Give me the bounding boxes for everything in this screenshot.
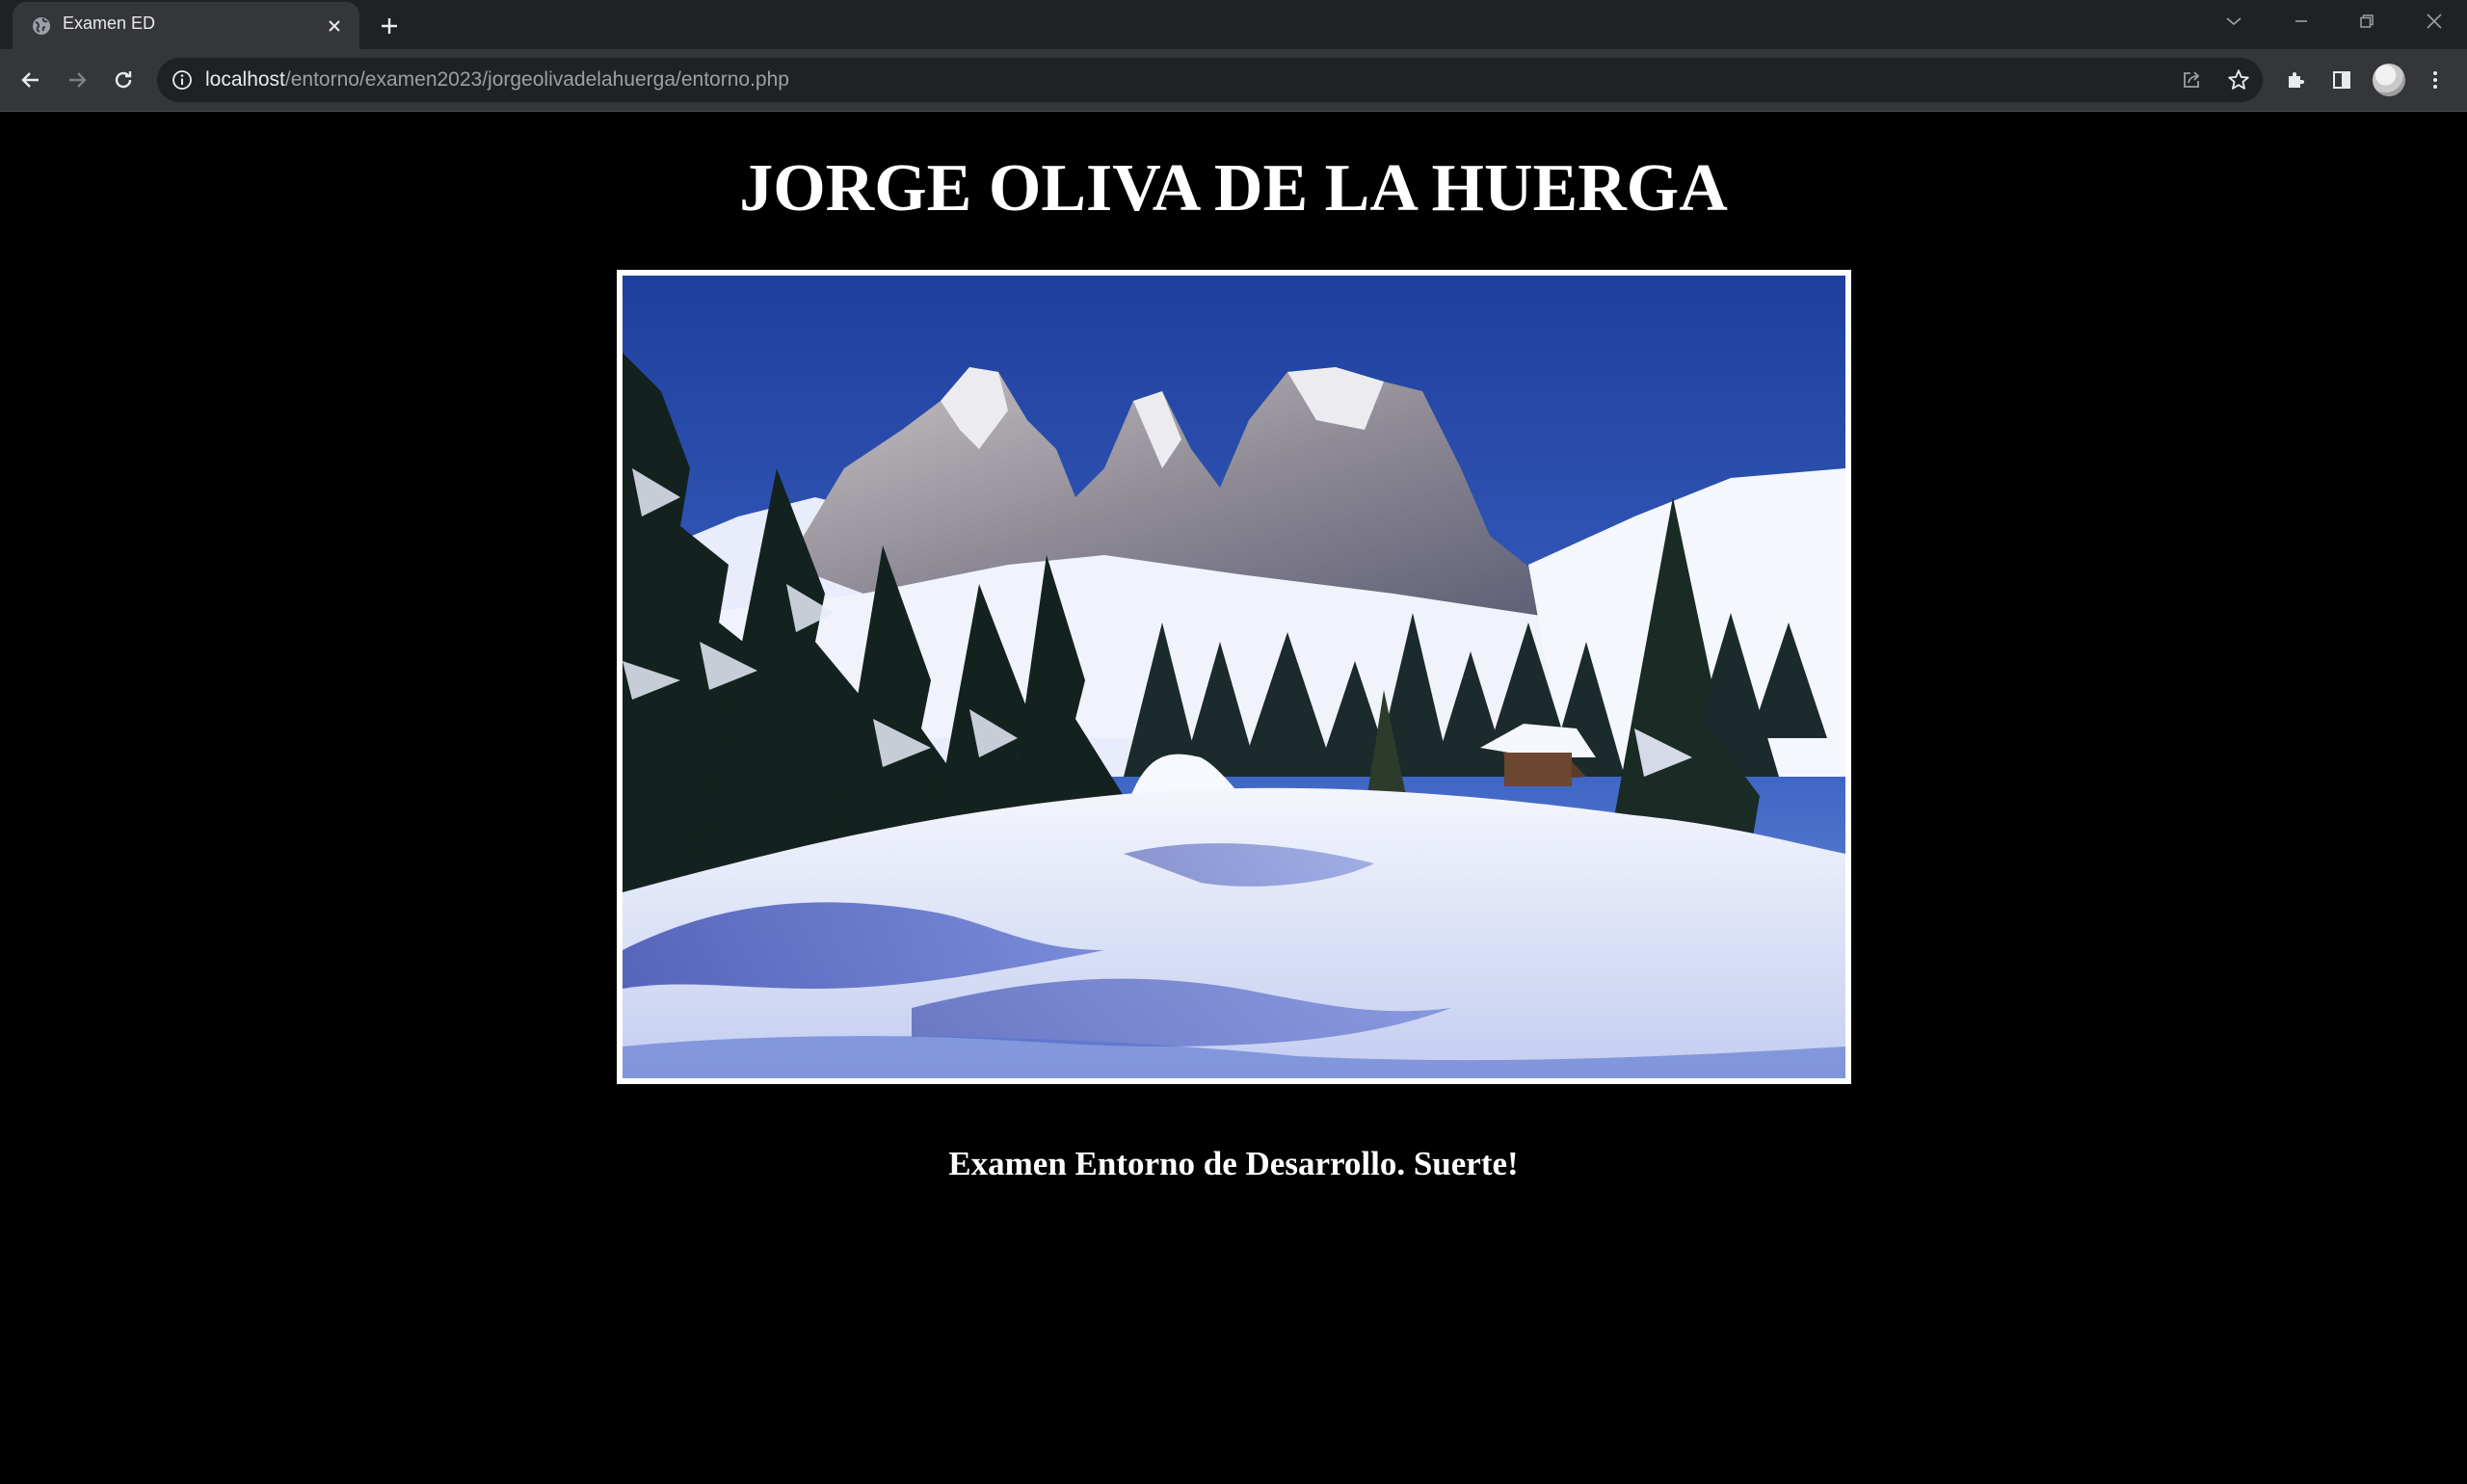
minimize-icon[interactable] [2268, 0, 2334, 42]
tab-search-icon[interactable] [2201, 0, 2267, 42]
bookmark-star-icon[interactable] [2225, 66, 2252, 93]
page-content: JORGE OLIVA DE LA HUERGA Examen Entorno … [0, 112, 2467, 1484]
landscape-image [617, 270, 1851, 1084]
back-arrow-icon[interactable] [13, 62, 49, 98]
globe-icon [30, 14, 53, 38]
new-tab-button[interactable] [373, 10, 406, 42]
extensions-puzzle-icon[interactable] [2278, 62, 2315, 98]
restore-icon[interactable] [2334, 0, 2400, 42]
browser-toolbar: localhost/entorno/examen2023/jorgeolivad… [0, 49, 2467, 111]
url-text[interactable]: localhost/entorno/examen2023/jorgeolivad… [205, 68, 789, 92]
tab-strip: Examen ED [0, 0, 2467, 49]
tab-examen-ed[interactable]: Examen ED [13, 2, 359, 49]
page-title: JORGE OLIVA DE LA HUERGA [739, 151, 1728, 225]
tab-title: Examen ED [63, 13, 156, 33]
address-bar[interactable]: localhost/entorno/examen2023/jorgeolivad… [157, 58, 2263, 102]
side-panel-icon[interactable] [2323, 62, 2360, 98]
menu-kebab-icon[interactable] [2417, 62, 2454, 98]
url-host: localhost [205, 68, 285, 91]
profile-avatar[interactable] [2373, 64, 2405, 96]
forward-arrow-icon[interactable] [59, 62, 95, 98]
close-tab-icon[interactable] [321, 13, 348, 40]
reload-icon[interactable] [105, 62, 142, 98]
close-window-icon[interactable] [2401, 0, 2467, 42]
url-path: /entorno/examen2023/jorgeolivadelahuerga… [284, 68, 789, 91]
share-icon[interactable] [2178, 66, 2205, 93]
site-info-icon[interactable] [171, 68, 194, 92]
page-caption: Examen Entorno de Desarrollo. Suerte! [948, 1145, 1519, 1182]
